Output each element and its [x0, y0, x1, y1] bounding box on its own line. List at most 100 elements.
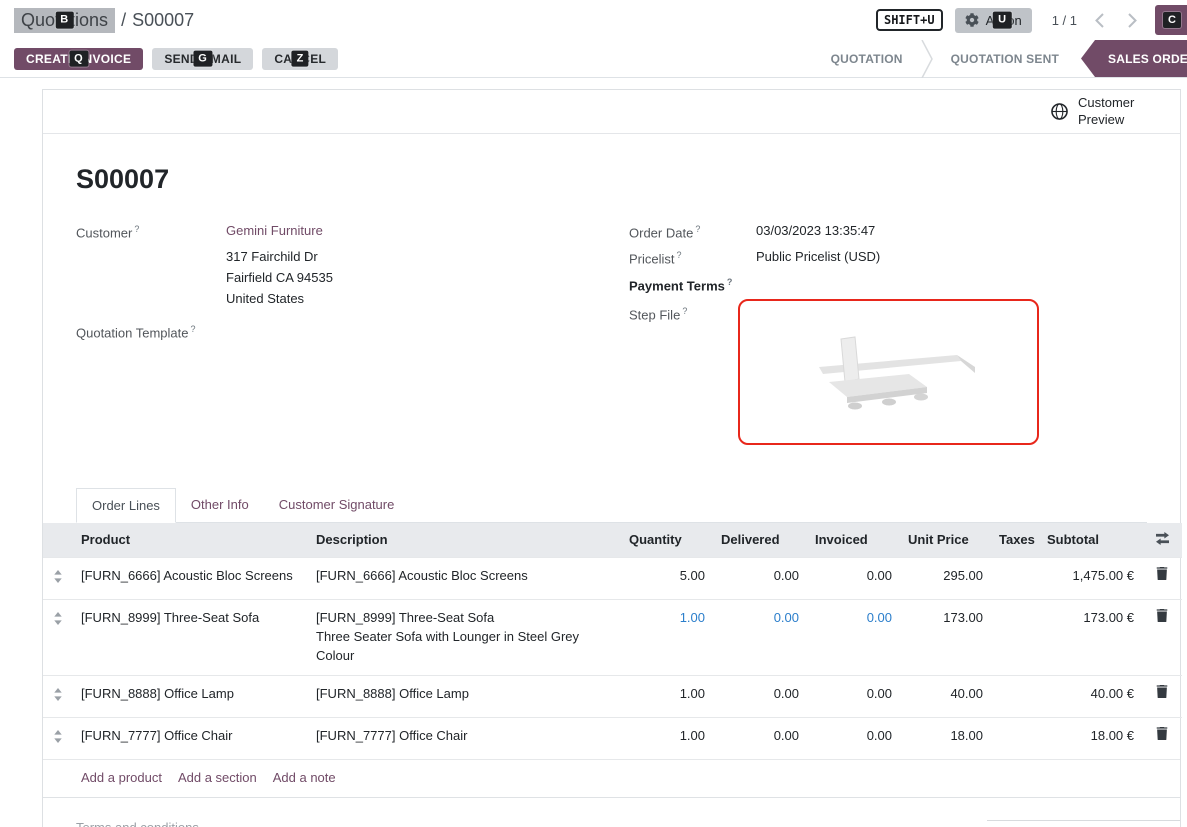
control-panel: CREATE INVOICE Q SEND EMAIL G CANCEL Z Q…	[0, 40, 1187, 78]
create-invoice-button[interactable]: CREATE INVOICE Q	[14, 48, 143, 70]
tab-other-info[interactable]: Other Info	[176, 488, 264, 522]
stage-quotation[interactable]: QUOTATION	[813, 40, 921, 77]
delete-row-button[interactable]	[1142, 599, 1182, 676]
cell-taxes[interactable]	[991, 557, 1039, 599]
hint-badge-cancel: Z	[292, 50, 309, 67]
top-right-button[interactable]: C	[1155, 5, 1187, 35]
control-panel-buttons: CREATE INVOICE Q SEND EMAIL G CANCEL Z	[0, 40, 338, 77]
column-header-quantity: Quantity	[621, 523, 713, 558]
row-drag-handle[interactable]	[43, 599, 73, 676]
trash-icon	[1156, 567, 1168, 580]
cell-delivered[interactable]: 0.00	[713, 557, 807, 599]
cell-delivered[interactable]: 0.00	[713, 599, 807, 676]
cell-delivered[interactable]: 0.00	[713, 676, 807, 718]
help-marker: ?	[727, 277, 733, 287]
topbar-right-controls: SHIFT+U Action U 1 / 1 C	[876, 5, 1173, 35]
row-drag-handle[interactable]	[43, 676, 73, 718]
field-step-file-label: Step File?	[629, 305, 756, 445]
hint-badge-send-email: G	[193, 50, 212, 67]
notebook-tabs: Order Lines Other Info Customer Signatur…	[76, 488, 1147, 523]
cell-taxes[interactable]	[991, 718, 1039, 759]
cell-unit-price[interactable]: 40.00	[900, 676, 991, 718]
cell-unit-price[interactable]: 295.00	[900, 557, 991, 599]
drag-handle-icon	[53, 612, 63, 625]
field-customer: Customer? Gemini Furniture 317 Fairchild…	[76, 223, 629, 309]
cell-taxes[interactable]	[991, 676, 1039, 718]
pager-next-button[interactable]	[1122, 11, 1143, 30]
cell-unit-price[interactable]: 173.00	[900, 599, 991, 676]
drag-handle-icon	[53, 730, 63, 743]
delete-row-button[interactable]	[1142, 676, 1182, 718]
hint-badge-action: U	[993, 12, 1011, 29]
form-sheet: Customer Preview S00007 Customer? Gemini…	[42, 89, 1181, 827]
order-line-row: [FURN_8888] Office Lamp [FURN_8888] Offi…	[43, 676, 1182, 718]
help-marker: ?	[682, 306, 687, 316]
field-pricelist-label: Pricelist?	[629, 249, 756, 266]
globe-icon	[1050, 102, 1069, 121]
cell-description[interactable]: [FURN_7777] Office Chair	[308, 718, 621, 759]
column-header-delivered: Delivered	[713, 523, 807, 558]
cell-unit-price[interactable]: 18.00	[900, 718, 991, 759]
form-left-column: Customer? Gemini Furniture 317 Fairchild…	[76, 223, 629, 454]
cell-product[interactable]: [FURN_8888] Office Lamp	[73, 676, 308, 718]
customer-preview-button[interactable]: Customer Preview	[1050, 95, 1142, 128]
field-payment-terms: Payment Terms?	[629, 276, 1147, 293]
trash-icon	[1156, 727, 1168, 740]
pager: 1 / 1	[1052, 13, 1077, 28]
stage-quotation-sent[interactable]: QUOTATION SENT	[933, 40, 1077, 77]
table-header-row: Product Description Quantity Delivered I…	[43, 523, 1182, 558]
order-date-value[interactable]: 03/03/2023 13:35:47	[756, 223, 875, 240]
shortcut-combo-badge: SHIFT+U	[876, 9, 943, 31]
cell-product[interactable]: [FURN_6666] Acoustic Bloc Screens	[73, 557, 308, 599]
add-line-row: Add a product Add a section Add a note	[43, 759, 1180, 798]
help-marker: ?	[134, 224, 139, 234]
cell-quantity[interactable]: 5.00	[621, 557, 713, 599]
cell-delivered[interactable]: 0.00	[713, 718, 807, 759]
cell-description[interactable]: [FURN_8888] Office Lamp	[308, 676, 621, 718]
order-lines-table: Product Description Quantity Delivered I…	[43, 523, 1182, 759]
cell-invoiced[interactable]: 0.00	[807, 676, 900, 718]
cell-product[interactable]: [FURN_8999] Three-Seat Sofa	[73, 599, 308, 676]
address-line: Fairfield CA 94535	[226, 267, 333, 288]
sheet-body: S00007 Customer? Gemini Furniture 317 Fa…	[43, 134, 1180, 827]
gear-icon	[965, 13, 979, 27]
pager-previous-button[interactable]	[1089, 11, 1110, 30]
stage-sales-order[interactable]: SALES ORDER	[1081, 40, 1187, 77]
send-email-button[interactable]: SEND EMAIL G	[152, 48, 253, 70]
cell-description[interactable]: [FURN_8999] Three-Seat Sofa Three Seater…	[308, 599, 621, 676]
cancel-button[interactable]: CANCEL Z	[262, 48, 338, 70]
terms-placeholder[interactable]: Terms and conditions...	[76, 820, 210, 827]
cell-taxes[interactable]	[991, 599, 1039, 676]
action-menu-button[interactable]: Action U	[955, 8, 1032, 33]
delete-row-button[interactable]	[1142, 557, 1182, 599]
drag-handle-icon	[53, 570, 63, 583]
add-product-link[interactable]: Add a product	[81, 770, 162, 785]
column-header-subtotal: Subtotal	[1039, 523, 1142, 558]
customer-link[interactable]: Gemini Furniture	[226, 223, 323, 238]
optional-columns-toggle-button[interactable]	[1155, 532, 1170, 548]
form-right-column: Order Date? 03/03/2023 13:35:47 Pricelis…	[629, 223, 1147, 454]
cell-product[interactable]: [FURN_7777] Office Chair	[73, 718, 308, 759]
cell-description[interactable]: [FURN_6666] Acoustic Bloc Screens	[308, 557, 621, 599]
cell-quantity[interactable]: 1.00	[621, 676, 713, 718]
tab-order-lines[interactable]: Order Lines	[76, 488, 176, 523]
customer-address: 317 Fairchild Dr Fairfield CA 94535 Unit…	[226, 246, 333, 309]
chevron-right-icon	[1128, 13, 1137, 28]
cell-invoiced[interactable]: 0.00	[807, 718, 900, 759]
breadcrumb-parent[interactable]: Quotations B	[14, 8, 115, 33]
row-drag-handle[interactable]	[43, 718, 73, 759]
help-marker: ?	[191, 324, 196, 334]
add-note-link[interactable]: Add a note	[273, 770, 336, 785]
field-payment-terms-label: Payment Terms?	[629, 276, 756, 293]
cell-quantity[interactable]: 1.00	[621, 599, 713, 676]
total-box: Total: 1,706.00 €	[987, 820, 1180, 827]
cell-quantity[interactable]: 1.00	[621, 718, 713, 759]
tab-customer-signature[interactable]: Customer Signature	[264, 488, 410, 522]
top-bar: Quotations B / S00007 SHIFT+U Action U 1…	[0, 0, 1187, 40]
cell-invoiced[interactable]: 0.00	[807, 557, 900, 599]
row-drag-handle[interactable]	[43, 557, 73, 599]
cell-invoiced[interactable]: 0.00	[807, 599, 900, 676]
pricelist-value[interactable]: Public Pricelist (USD)	[756, 249, 880, 266]
add-section-link[interactable]: Add a section	[178, 770, 257, 785]
delete-row-button[interactable]	[1142, 718, 1182, 759]
